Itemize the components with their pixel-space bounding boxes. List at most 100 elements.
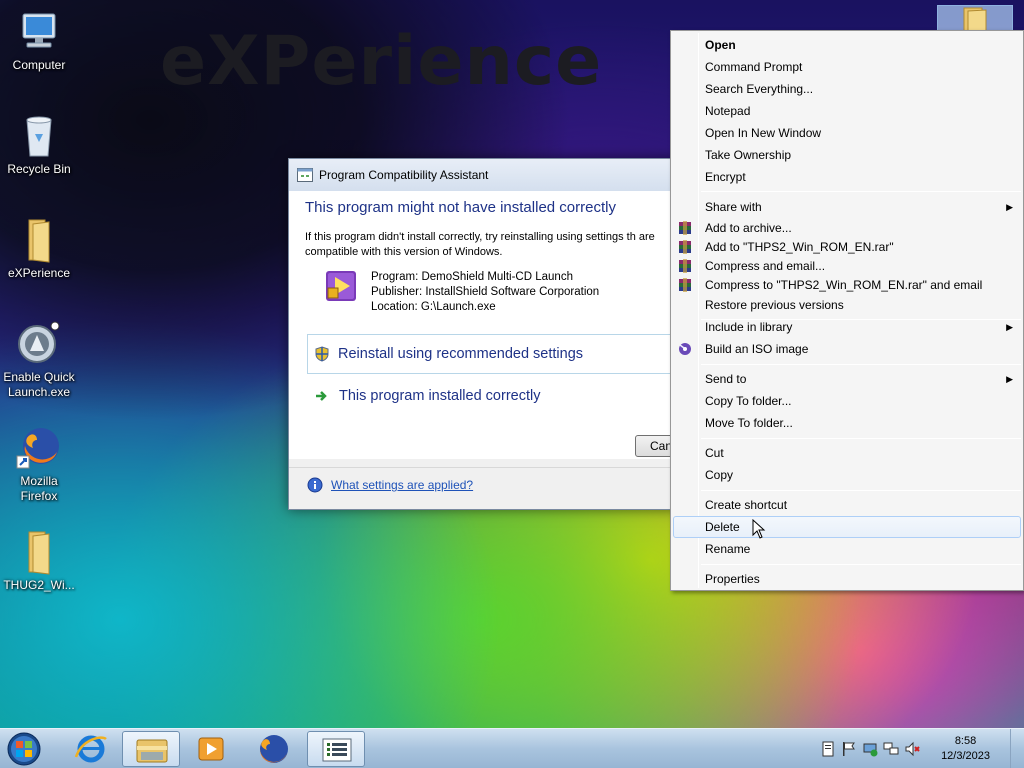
dialog-headline: This program might not have installed co…: [305, 199, 616, 216]
desktop-icon-label: Computer: [12, 58, 66, 72]
menu-item-cut[interactable]: Cut: [673, 442, 1021, 464]
wallpaper-brand-text: eXPerience: [160, 22, 603, 101]
winrar-icon: [679, 221, 691, 235]
network-icon[interactable]: [862, 741, 878, 757]
installed-correctly-option[interactable]: This program installed correctly: [307, 381, 677, 411]
menu-item-notepad[interactable]: Notepad: [673, 100, 1021, 122]
desktop-icon-label: THUG2_Wi...: [3, 578, 75, 592]
file-explorer-icon: [136, 739, 168, 763]
flag-icon[interactable]: [841, 741, 857, 757]
menu-item-open-new-window[interactable]: Open In New Window: [673, 122, 1021, 144]
program-publisher: Publisher: InstallShield Software Corpor…: [371, 286, 600, 298]
menu-item-include-in-library[interactable]: Include in library ▶: [673, 316, 1021, 338]
menu-item-restore-previous-versions[interactable]: Restore previous versions: [673, 294, 1021, 316]
start-orb-icon: [7, 732, 41, 766]
display-icon[interactable]: [883, 741, 899, 757]
uac-shield-icon: [315, 346, 329, 362]
start-button[interactable]: [4, 731, 48, 767]
menu-separator: [701, 191, 1021, 192]
menu-item-properties[interactable]: Properties: [673, 568, 1021, 590]
show-desktop-button[interactable]: [1010, 729, 1024, 768]
program-name: Program: DemoShield Multi-CD Launch: [371, 271, 573, 283]
demoshield-program-icon: [326, 271, 356, 301]
dialog-title: Program Compatibility Assistant: [319, 168, 489, 182]
volume-muted-icon[interactable]: [904, 741, 920, 757]
menu-item-create-shortcut[interactable]: Create shortcut: [673, 494, 1021, 516]
taskbar-firefox[interactable]: [244, 731, 302, 767]
clock-time: 8:58: [954, 735, 977, 747]
program-location: Location: G:\Launch.exe: [371, 301, 496, 313]
taskbar-clock[interactable]: 8:58 12/3/2023: [941, 734, 990, 764]
what-settings-applied-link[interactable]: What settings are applied?: [331, 478, 473, 492]
menu-item-open[interactable]: Open: [673, 34, 1021, 56]
menu-item-copy-to-folder[interactable]: Copy To folder...: [673, 390, 1021, 412]
dialog-title-bar[interactable]: Program Compatibility Assistant: [289, 159, 677, 191]
menu-separator: [701, 438, 1021, 439]
menu-item-take-ownership[interactable]: Take Ownership: [673, 144, 1021, 166]
reinstall-recommended-option[interactable]: Reinstall using recommended settings: [307, 334, 677, 374]
menu-item-send-to[interactable]: Send to ▶: [673, 368, 1021, 390]
help-row: What settings are applied?: [307, 477, 473, 493]
iso-icon: [679, 343, 691, 355]
taskbar: 8:58 12/3/2023: [0, 728, 1024, 768]
menu-item-share-with[interactable]: Share with ▶: [673, 196, 1021, 218]
menu-item-command-prompt[interactable]: Command Prompt: [673, 56, 1021, 78]
taskbar-internet-explorer[interactable]: [62, 731, 120, 767]
menu-item-move-to-folder[interactable]: Move To folder...: [673, 412, 1021, 434]
desktop-icon-label: Enable Quick Launch.exe: [3, 370, 75, 399]
compatibility-assistant-icon: [297, 168, 313, 182]
menu-item-build-iso[interactable]: Build an ISO image: [673, 338, 1021, 360]
desktop-icon-label: eXPerience: [7, 266, 71, 280]
submenu-arrow-icon: ▶: [1006, 374, 1013, 384]
firefox-icon: [15, 424, 63, 472]
compatibility-assistant-icon: [322, 738, 352, 762]
winrar-icon: [679, 278, 691, 292]
menu-item-delete[interactable]: Delete: [673, 516, 1021, 538]
media-player-icon: [198, 737, 224, 761]
info-icon: [307, 477, 323, 493]
menu-separator: [701, 564, 1021, 565]
dialog-paragraph: If this program didn't install correctly…: [305, 231, 655, 258]
green-arrow-icon: [316, 391, 327, 401]
desktop-icon-label: Mozilla Firefox: [20, 474, 58, 503]
desktop-icon-recycle-bin[interactable]: Recycle Bin: [1, 112, 77, 177]
menu-item-search-everything[interactable]: Search Everything...: [673, 78, 1021, 100]
menu-item-encrypt[interactable]: Encrypt: [673, 166, 1021, 188]
quick-launch-icon: [15, 320, 63, 368]
menu-item-copy[interactable]: Copy: [673, 464, 1021, 486]
recycle-bin-icon: [15, 112, 63, 160]
submenu-arrow-icon: ▶: [1006, 322, 1013, 332]
desktop-icon-experience-folder[interactable]: eXPerience: [1, 216, 77, 281]
action-center-icon[interactable]: [820, 741, 836, 757]
program-info: Program: DemoShield Multi-CD Launch Publ…: [325, 270, 677, 315]
menu-separator: [701, 364, 1021, 365]
taskbar-media-player[interactable]: [182, 731, 240, 767]
desktop-icon-enable-quick-launch[interactable]: Enable Quick Launch.exe: [1, 320, 77, 400]
internet-explorer-icon: [74, 735, 107, 763]
selected-desktop-folder[interactable]: [937, 5, 1013, 35]
menu-item-rename[interactable]: Rename: [673, 538, 1021, 560]
folder-icon: [15, 528, 63, 576]
context-menu: Open Command Prompt Search Everything...…: [670, 30, 1024, 591]
taskbar-file-explorer[interactable]: [122, 731, 180, 767]
menu-separator: [701, 490, 1021, 491]
taskbar-compatibility-assistant[interactable]: [307, 731, 365, 767]
dialog-footer-divider: [289, 467, 677, 468]
desktop-icon-thug2-folder[interactable]: THUG2_Wi...: [1, 528, 77, 593]
reinstall-option-label: Reinstall using recommended settings: [338, 346, 584, 362]
system-tray: [820, 729, 920, 768]
mouse-cursor-icon: [752, 519, 766, 539]
desktop-icon-mozilla-firefox[interactable]: Mozilla Firefox: [1, 424, 77, 504]
program-compatibility-dialog: Program Compatibility Assistant This pro…: [288, 158, 695, 510]
computer-icon: [15, 8, 63, 56]
folder-icon: [15, 216, 63, 264]
desktop-icon-computer[interactable]: Computer: [1, 8, 77, 73]
installed-correctly-label: This program installed correctly: [339, 388, 541, 404]
winrar-icon: [679, 240, 691, 254]
desktop-icon-label: Recycle Bin: [7, 162, 71, 176]
submenu-arrow-icon: ▶: [1006, 202, 1013, 212]
firefox-icon: [260, 735, 288, 763]
clock-date: 12/3/2023: [941, 750, 990, 762]
menu-item-compress-to-rar-and-email[interactable]: Compress to "THPS2_Win_ROM_EN.rar" and e…: [673, 274, 1021, 296]
winrar-icon: [679, 259, 691, 273]
